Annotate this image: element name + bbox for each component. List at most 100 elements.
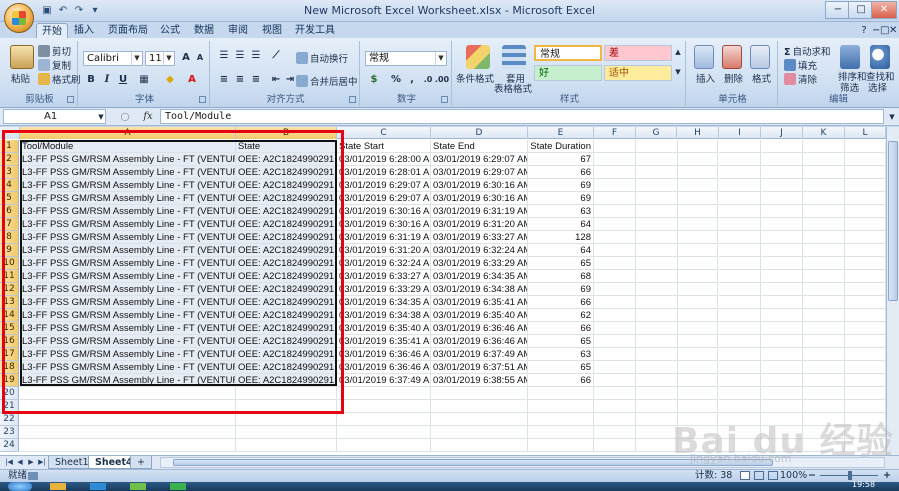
table-cell[interactable] <box>845 348 886 361</box>
ribbon-close-button[interactable]: ✕ <box>889 23 897 38</box>
table-cell[interactable]: L3-FF PSS GM/RSM Assembly Line - FT (VEN… <box>20 231 236 244</box>
column-header-f[interactable]: F <box>594 127 636 139</box>
table-cell[interactable] <box>761 231 803 244</box>
paste-button[interactable]: 粘贴 <box>11 71 30 85</box>
table-cell[interactable] <box>431 400 528 413</box>
tab-review[interactable]: 审阅 <box>224 23 252 38</box>
table-cell[interactable] <box>594 231 636 244</box>
table-cell[interactable] <box>337 426 431 439</box>
table-cell[interactable] <box>337 439 431 452</box>
taskbar-excel-icon[interactable] <box>170 483 186 490</box>
table-cell[interactable]: OEE: A2C1824990291 FT <box>236 361 337 374</box>
styles-scroll-up-icon[interactable]: ▲ <box>673 45 683 59</box>
table-cell[interactable] <box>803 231 845 244</box>
vertical-scroll-thumb[interactable] <box>888 141 898 301</box>
table-cell[interactable]: 03/01/2019 6:31:20 AM <box>337 244 431 257</box>
table-cell[interactable] <box>677 309 718 322</box>
style-neutral[interactable]: 适中 <box>604 65 672 81</box>
column-header-a[interactable]: A <box>20 127 236 139</box>
table-cell[interactable] <box>636 153 678 166</box>
table-cell[interactable] <box>677 374 718 387</box>
table-cell[interactable] <box>719 140 761 153</box>
column-header-c[interactable]: C <box>337 127 431 139</box>
format-cells-icon[interactable] <box>750 45 770 69</box>
delete-cells-icon[interactable] <box>722 45 742 69</box>
table-cell[interactable] <box>636 192 678 205</box>
table-cell[interactable]: OEE: A2C1824990291 FT <box>236 153 337 166</box>
expand-formula-bar-icon[interactable]: ▼ <box>886 110 898 124</box>
table-cell[interactable] <box>636 218 678 231</box>
table-cell[interactable] <box>845 179 886 192</box>
table-cell[interactable] <box>719 192 761 205</box>
table-cell[interactable]: L3-FF PSS GM/RSM Assembly Line - FT (VEN… <box>20 322 236 335</box>
format-painter-button[interactable]: 格式刷 <box>38 72 81 86</box>
zoom-in-icon[interactable]: + <box>883 470 891 482</box>
row-header[interactable]: 21 <box>0 400 19 413</box>
table-cell[interactable] <box>636 179 678 192</box>
table-cell[interactable]: OEE: A2C1824990291 FT <box>236 205 337 218</box>
table-cell[interactable]: 03/01/2019 6:37:51 AM <box>431 361 528 374</box>
row-header[interactable]: 23 <box>0 426 19 439</box>
table-cell[interactable] <box>761 283 803 296</box>
table-cell[interactable] <box>803 153 845 166</box>
table-cell[interactable]: L3-FF PSS GM/RSM Assembly Line - FT (VEN… <box>20 283 236 296</box>
table-cell[interactable] <box>719 257 761 270</box>
style-normal[interactable]: 常规 <box>534 45 602 61</box>
align-top-icon[interactable]: ☰ <box>216 49 232 63</box>
table-cell[interactable] <box>761 361 803 374</box>
column-header-h[interactable]: H <box>677 127 719 139</box>
table-cell[interactable]: State End <box>431 140 528 153</box>
table-cell[interactable] <box>594 153 636 166</box>
table-cell[interactable] <box>803 387 845 400</box>
table-cell[interactable] <box>845 231 886 244</box>
name-box[interactable]: A1 <box>3 109 106 124</box>
table-cell[interactable] <box>803 309 845 322</box>
decrease-decimal-icon[interactable]: .00 <box>434 73 450 87</box>
table-cell[interactable] <box>845 309 886 322</box>
currency-icon[interactable]: $ <box>366 73 382 87</box>
table-cell[interactable]: OEE: A2C1824990291 FT <box>236 257 337 270</box>
row-header[interactable]: 2 <box>0 153 19 166</box>
table-cell[interactable] <box>594 322 636 335</box>
start-button-icon[interactable] <box>8 482 32 491</box>
sort-filter-icon[interactable] <box>840 45 860 69</box>
first-sheet-icon[interactable]: |◀ <box>4 457 14 468</box>
table-cell[interactable] <box>636 257 678 270</box>
row-header[interactable]: 12 <box>0 283 19 296</box>
table-cell[interactable] <box>803 179 845 192</box>
table-cell[interactable] <box>719 387 761 400</box>
table-cell[interactable]: L3-FF PSS GM/RSM Assembly Line - FT (VEN… <box>20 205 236 218</box>
table-cell[interactable]: 62 <box>528 309 594 322</box>
table-cell[interactable] <box>803 257 845 270</box>
tab-view[interactable]: 视图 <box>258 23 286 38</box>
table-cell[interactable] <box>636 244 678 257</box>
table-cell[interactable] <box>594 400 636 413</box>
table-cell[interactable] <box>677 270 718 283</box>
macro-record-icon[interactable] <box>28 472 38 480</box>
table-cell[interactable] <box>677 244 718 257</box>
table-cell[interactable] <box>20 426 236 439</box>
table-cell[interactable] <box>594 348 636 361</box>
qat-dropdown-icon[interactable]: ▾ <box>88 4 102 18</box>
find-select-icon[interactable] <box>870 45 890 69</box>
italic-button[interactable]: I <box>99 73 115 87</box>
table-cell[interactable] <box>677 205 718 218</box>
table-cell[interactable]: 03/01/2019 6:32:24 AM <box>337 257 431 270</box>
table-cell[interactable] <box>677 361 718 374</box>
table-cell[interactable]: OEE: A2C1824990291 FT <box>236 335 337 348</box>
table-cell[interactable] <box>761 166 803 179</box>
table-cell[interactable] <box>845 283 886 296</box>
table-cell[interactable]: 68 <box>528 270 594 283</box>
table-cell[interactable] <box>803 348 845 361</box>
table-cell[interactable] <box>677 140 718 153</box>
table-cell[interactable] <box>337 387 431 400</box>
table-cell[interactable]: 03/01/2019 6:31:19 AM <box>431 205 528 218</box>
row-header[interactable]: 10 <box>0 257 19 270</box>
row-header[interactable]: 4 <box>0 179 19 192</box>
table-cell[interactable]: OEE: A2C1824990291 FT <box>236 283 337 296</box>
table-cell[interactable]: 65 <box>528 361 594 374</box>
table-cell[interactable]: Tool/Module <box>20 140 236 153</box>
table-cell[interactable] <box>761 244 803 257</box>
table-cell[interactable]: 03/01/2019 6:33:29 AM <box>431 257 528 270</box>
table-cell[interactable] <box>761 374 803 387</box>
